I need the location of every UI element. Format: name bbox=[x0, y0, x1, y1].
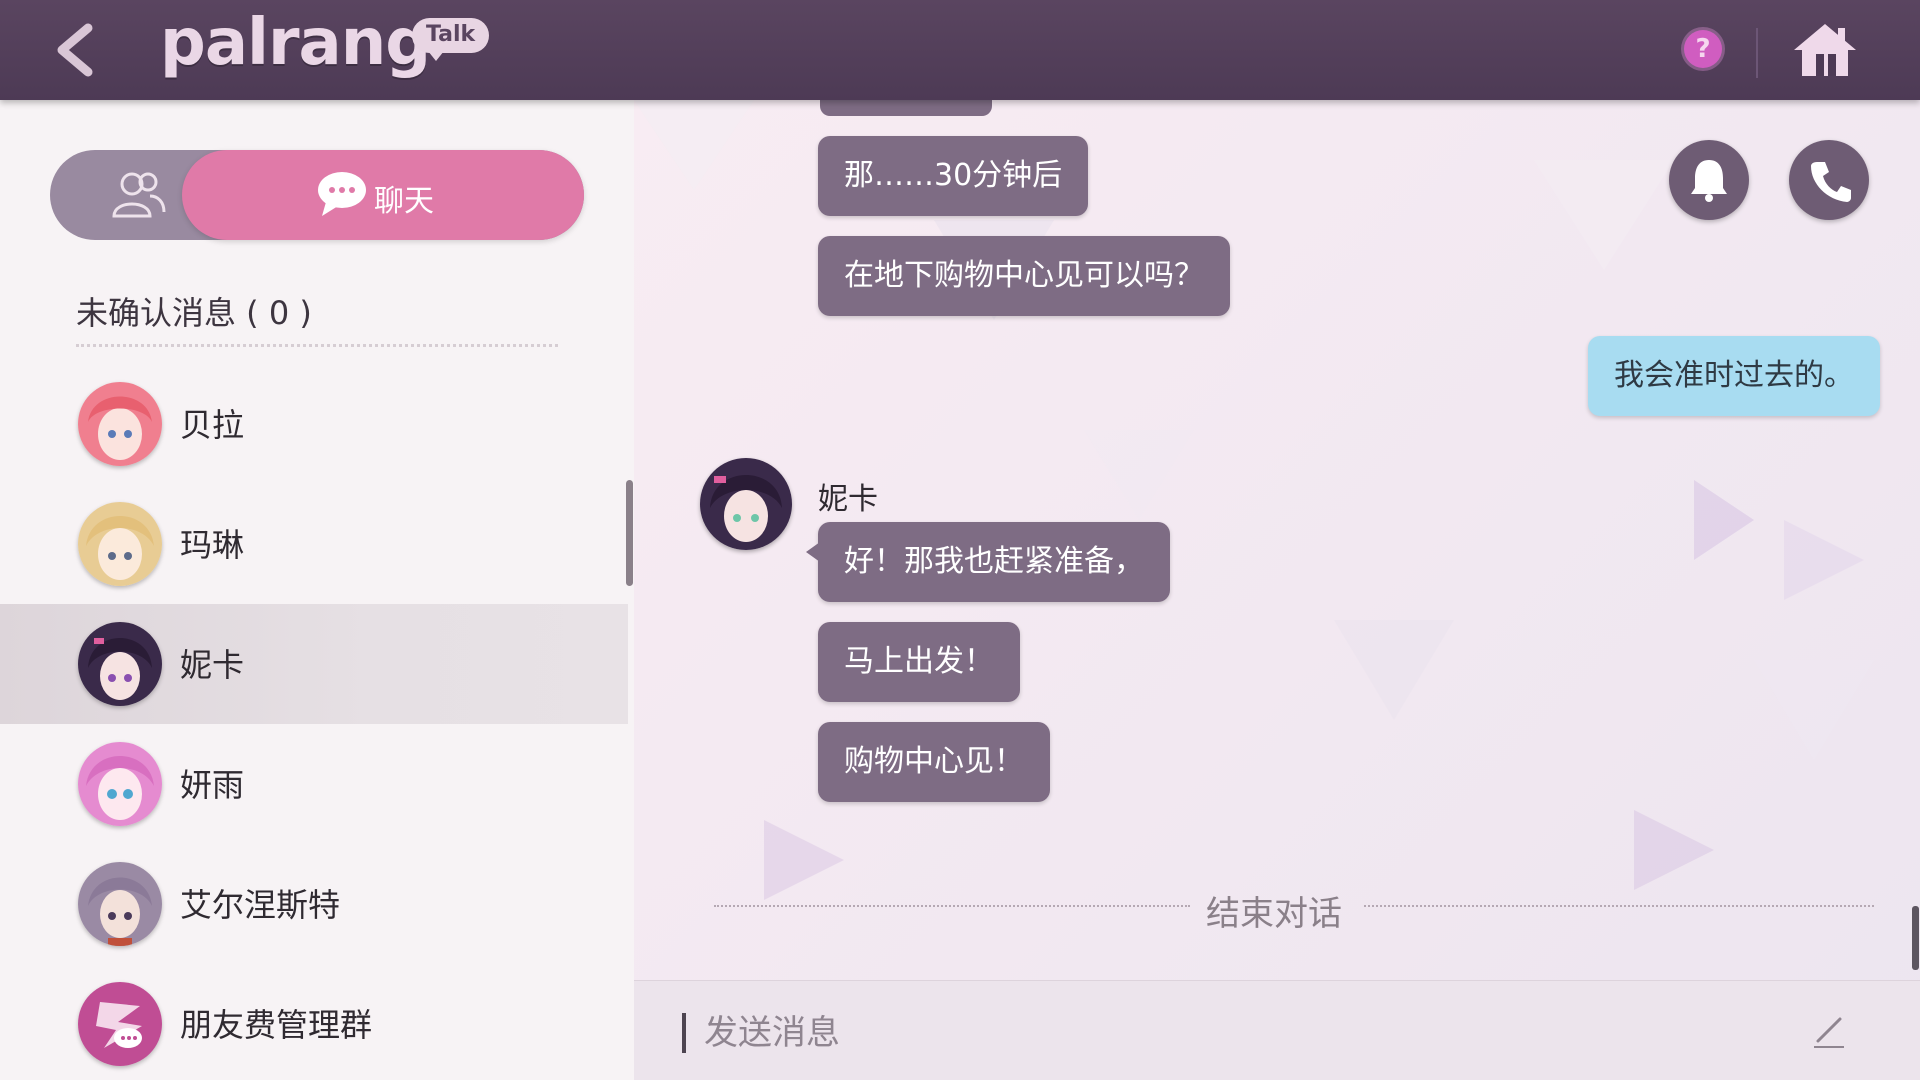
help-button[interactable]: ? bbox=[1684, 30, 1722, 68]
my-message-bubble: 我会准时过去的。 bbox=[1588, 336, 1880, 416]
message-bubble: 在地下购物中心见可以吗？ bbox=[818, 236, 1230, 316]
phone-icon bbox=[1811, 162, 1851, 202]
pencil-icon bbox=[1814, 1017, 1844, 1048]
chat-area: 那……30分钟后 在地下购物中心见可以吗？ 我会准时过去的。 妮卡 好！那我也赶… bbox=[634, 100, 1920, 980]
contacts-panel: 聊天 未确认消息 ( 0 ) 贝拉 玛琳 妮卡 妍雨 艾尔涅斯特 朋友费管理群 bbox=[0, 100, 634, 1080]
chat-bubble-icon bbox=[318, 172, 366, 216]
scrollbar[interactable] bbox=[626, 480, 633, 586]
app-logo: palrang bbox=[160, 6, 431, 80]
contact-list: 贝拉 玛琳 妮卡 妍雨 艾尔涅斯特 朋友费管理群 bbox=[0, 364, 628, 1080]
send-button[interactable] bbox=[1810, 1011, 1850, 1051]
contact-name: 妮卡 bbox=[180, 646, 245, 684]
end-conversation-label: 结束对话 bbox=[1206, 894, 1342, 934]
avatar bbox=[78, 982, 162, 1066]
contact-item[interactable]: 朋友费管理群 bbox=[0, 964, 628, 1080]
sender-avatar[interactable] bbox=[700, 458, 792, 550]
unread-messages-title: 未确认消息 ( 0 ) bbox=[76, 294, 312, 332]
bell-icon bbox=[1691, 160, 1727, 202]
contact-name: 妍雨 bbox=[180, 766, 245, 804]
top-bar: palrang Talk ? bbox=[0, 0, 1920, 100]
message-bubble: 购物中心见！ bbox=[818, 722, 1050, 802]
avatar bbox=[78, 622, 162, 706]
avatar bbox=[78, 862, 162, 946]
divider bbox=[1364, 905, 1874, 907]
contact-item-selected[interactable]: 妮卡 bbox=[0, 604, 628, 724]
call-button[interactable] bbox=[1789, 140, 1869, 220]
message-bubble: 那……30分钟后 bbox=[818, 136, 1089, 216]
avatar bbox=[78, 742, 162, 826]
divider bbox=[1756, 28, 1758, 78]
avatar bbox=[78, 382, 162, 466]
message-bubble: 好！那我也赶紧准备， bbox=[806, 522, 1170, 602]
contact-name: 贝拉 bbox=[180, 406, 245, 444]
tab-chat[interactable]: 聊天 bbox=[182, 150, 584, 240]
group-chat-icon bbox=[78, 982, 162, 1066]
notification-button[interactable] bbox=[1669, 140, 1749, 220]
divider bbox=[76, 344, 558, 347]
contact-item[interactable]: 妍雨 bbox=[0, 724, 628, 844]
home-icon bbox=[1794, 24, 1856, 76]
message-input-bar bbox=[634, 980, 1920, 1080]
sender-name: 妮卡 bbox=[818, 482, 878, 517]
contact-item[interactable]: 艾尔涅斯特 bbox=[0, 844, 628, 964]
friends-icon bbox=[112, 172, 166, 218]
tab-switcher: 聊天 bbox=[50, 150, 584, 240]
contact-item[interactable]: 贝拉 bbox=[0, 364, 628, 484]
message-bubble-partial bbox=[820, 100, 992, 116]
divider bbox=[714, 905, 1190, 907]
message-input[interactable] bbox=[704, 1001, 1804, 1065]
tab-chat-label: 聊天 bbox=[374, 184, 434, 219]
contact-name: 朋友费管理群 bbox=[180, 1006, 373, 1044]
home-button[interactable] bbox=[1790, 20, 1860, 80]
scrollbar[interactable] bbox=[1912, 906, 1919, 970]
contact-name: 玛琳 bbox=[180, 526, 245, 564]
back-button[interactable] bbox=[48, 18, 108, 82]
logo-badge: Talk bbox=[412, 18, 490, 61]
contact-item[interactable]: 玛琳 bbox=[0, 484, 628, 604]
chevron-left-icon bbox=[57, 23, 93, 77]
text-caret bbox=[682, 1013, 686, 1053]
contact-name: 艾尔涅斯特 bbox=[180, 886, 341, 924]
message-bubble: 马上出发！ bbox=[818, 622, 1020, 702]
avatar bbox=[78, 502, 162, 586]
